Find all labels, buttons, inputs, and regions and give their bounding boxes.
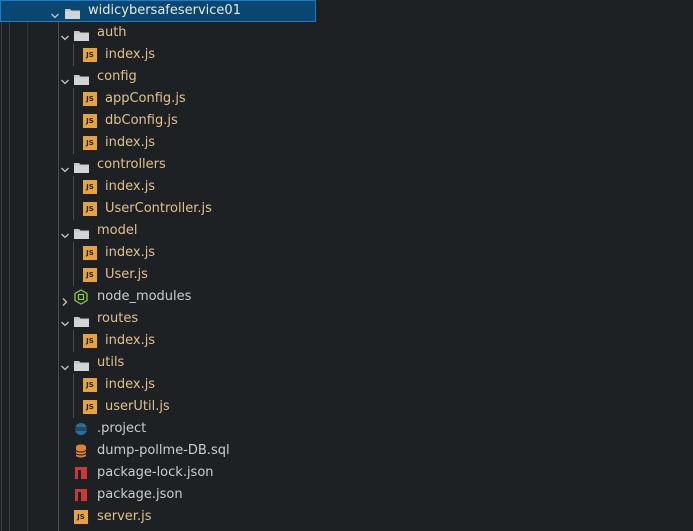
tree-folder-config[interactable]: config [0,66,693,88]
tree-file[interactable]: JS User.js [0,264,693,286]
tree-folder-utils[interactable]: utils [0,352,693,374]
tree-file[interactable]: package.json [0,484,693,506]
tree-indent-guide [73,374,74,418]
tree-item-label: index.js [105,135,156,150]
folder-icon [74,159,89,173]
tree-item-label: .project [97,421,147,436]
tree-file[interactable]: .project [0,418,693,440]
tree-indent-guide [73,242,74,286]
tree-item-label: widicybersafeservice01 [88,3,241,18]
tree-item-label: routes [97,311,139,326]
tree-file[interactable]: JS UserController.js [0,198,693,220]
js-file-icon: JS [83,334,97,348]
tree-item-label: server.js [97,509,152,524]
tree-folder-model[interactable]: model [0,220,693,242]
tree-folder-routes[interactable]: routes [0,308,693,330]
tree-item-label: index.js [105,47,156,62]
folder-icon [74,71,89,85]
js-file-icon: JS [83,268,97,282]
tree-item-label: index.js [105,377,156,392]
eclipse-project-icon [74,421,90,437]
chevron-down-icon[interactable] [57,154,73,176]
tree-item-label: config [97,69,137,84]
tree-item-label: userUtil.js [105,399,170,414]
folder-icon [74,357,89,371]
tree-file[interactable]: JS appConfig.js [0,88,693,110]
tree-item-label: index.js [105,179,156,194]
tree-item-label: utils [97,355,125,370]
tree-indent-guide [73,88,74,154]
js-file-icon: JS [83,378,97,392]
folder-icon [74,225,89,239]
js-file-icon: JS [83,114,97,128]
tree-file[interactable]: JS userUtil.js [0,396,693,418]
js-file-icon: JS [83,92,97,106]
tree-file[interactable]: JS index.js [0,44,693,66]
tree-folder-node-modules[interactable]: node_modules [0,286,693,308]
chevron-down-icon[interactable] [57,220,73,242]
tree-indent-guide [73,44,74,66]
folder-icon [65,5,80,19]
tree-folder-controllers[interactable]: controllers [0,154,693,176]
chevron-down-icon[interactable] [57,352,73,374]
tree-item-label: index.js [105,245,156,260]
tree-file[interactable]: JS index.js [0,176,693,198]
tree-file[interactable]: JS index.js [0,330,693,352]
database-icon [74,443,90,459]
folder-icon [74,313,89,327]
js-file-icon: JS [83,48,97,62]
tree-item-label: User.js [105,267,148,282]
tree-item-label: index.js [105,333,156,348]
tree-item-label: package-lock.json [97,465,214,480]
tree-file[interactable]: dump-pollme-DB.sql [0,440,693,462]
chevron-down-icon[interactable] [57,308,73,330]
chevron-down-icon[interactable] [57,22,73,44]
js-file-icon: JS [74,510,88,524]
tree-item-label: UserController.js [105,201,212,216]
tree-item-label: dump-pollme-DB.sql [97,443,230,458]
chevron-down-icon[interactable] [57,66,73,88]
tree-item-label: dbConfig.js [105,113,178,128]
tree-indent-guide [73,330,74,352]
tree-folder-auth[interactable]: auth [0,22,693,44]
tree-item-label: package.json [97,487,183,502]
tree-file[interactable]: package-lock.json [0,462,693,484]
node-modules-icon [74,289,90,305]
js-file-icon: JS [83,202,97,216]
tree-item-label: model [97,223,138,238]
folder-icon [74,27,89,41]
tree-item-label: appConfig.js [105,91,186,106]
tree-item-label: auth [97,25,127,40]
tree-file[interactable]: JS dbConfig.js [0,110,693,132]
chevron-right-icon[interactable] [57,286,73,308]
js-file-icon: JS [83,246,97,260]
npm-icon [74,465,90,481]
npm-icon [74,487,90,503]
tree-file[interactable]: JS server.js [0,506,693,528]
tree-file[interactable]: JS index.js [0,374,693,396]
chevron-down-icon[interactable] [47,0,63,22]
js-file-icon: JS [83,136,97,150]
tree-root-folder[interactable]: widicybersafeservice01 [0,0,316,22]
tree-item-label: node_modules [97,289,192,304]
js-file-icon: JS [83,180,97,194]
tree-file[interactable]: JS index.js [0,242,693,264]
tree-indent-guide [73,176,74,220]
js-file-icon: JS [83,400,97,414]
tree-item-label: controllers [97,157,166,172]
tree-file[interactable]: JS index.js [0,132,693,154]
